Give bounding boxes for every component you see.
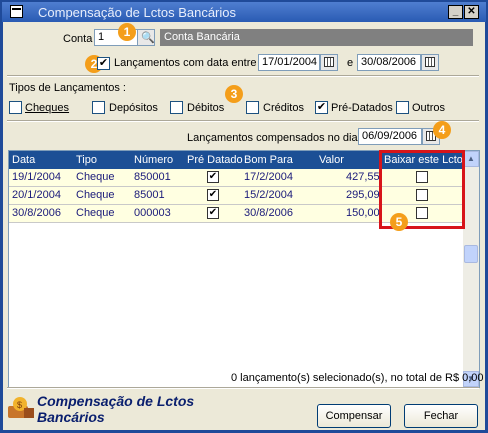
cell-data: 19/1/2004 bbox=[12, 171, 61, 183]
tipo-outros-checkbox[interactable] bbox=[396, 101, 409, 114]
divider bbox=[7, 120, 479, 122]
divider bbox=[7, 387, 479, 389]
svg-text:$: $ bbox=[17, 400, 22, 410]
close-button[interactable]: ✕ bbox=[464, 5, 479, 19]
col-header-valor[interactable]: Valor bbox=[319, 154, 344, 166]
calendar-icon bbox=[324, 57, 334, 67]
app-logo-icon: $ bbox=[8, 397, 34, 418]
application-window: Compensação de Lctos Bancários _ ✕ Conta… bbox=[0, 0, 488, 433]
cell-pre-datado-checkbox[interactable]: ✔ bbox=[207, 207, 219, 219]
date-from-input[interactable]: 17/01/2004 bbox=[258, 54, 320, 71]
status-text: 0 lançamento(s) selecionado(s), no total… bbox=[231, 372, 484, 384]
compensados-date-input[interactable]: 06/09/2006 bbox=[358, 128, 422, 145]
tipo-predatados-checkbox[interactable]: ✔ bbox=[315, 101, 328, 114]
cell-numero: 85001 bbox=[134, 189, 165, 201]
cell-pre-datado-checkbox[interactable]: ✔ bbox=[207, 171, 219, 183]
cell-pre-datado-checkbox[interactable]: ✔ bbox=[207, 189, 219, 201]
tipo-depositos-label: Depósitos bbox=[109, 102, 158, 114]
minimize-button[interactable]: _ bbox=[448, 5, 463, 19]
search-conta-button[interactable]: 🔍 bbox=[137, 29, 155, 46]
periodo-checkbox[interactable]: ✔ bbox=[97, 57, 110, 70]
col-header-tipo[interactable]: Tipo bbox=[76, 154, 97, 166]
annotation-badge-4: 4 bbox=[433, 121, 451, 139]
col-header-data[interactable]: Data bbox=[12, 154, 35, 166]
tipo-debitos-label: Débitos bbox=[187, 102, 225, 114]
date-to-calendar-button[interactable] bbox=[421, 54, 439, 71]
scroll-thumb[interactable] bbox=[464, 245, 478, 263]
tipo-cheques-checkbox[interactable] bbox=[9, 101, 22, 114]
tipo-outros-label: Outros bbox=[412, 102, 446, 114]
col-header-pre-datado[interactable]: Pré Datado bbox=[187, 154, 243, 166]
col-header-numero[interactable]: Número bbox=[134, 154, 173, 166]
form-body: Conta 1 🔍 Conta Bancária 1 2 ✔ Lançament… bbox=[3, 22, 485, 430]
title-bar: Compensação de Lctos Bancários _ ✕ bbox=[2, 2, 486, 22]
cell-valor: 427,55 bbox=[346, 171, 380, 183]
magnifier-icon: 🔍 bbox=[141, 32, 155, 44]
cell-bom-para: 17/2/2004 bbox=[244, 171, 293, 183]
window-menu-icon[interactable] bbox=[10, 5, 23, 18]
date-from-calendar-button[interactable] bbox=[320, 54, 338, 71]
fechar-button[interactable]: Fechar bbox=[404, 404, 478, 428]
cell-valor: 295,09 bbox=[346, 189, 380, 201]
cell-data: 20/1/2004 bbox=[12, 189, 61, 201]
cell-tipo: Cheque bbox=[76, 171, 115, 183]
cell-numero: 850001 bbox=[134, 171, 171, 183]
tipo-creditos-checkbox[interactable] bbox=[246, 101, 259, 114]
col-header-bom-para[interactable]: Bom Para bbox=[244, 154, 293, 166]
scroll-up-arrow-icon[interactable]: ▲ bbox=[463, 151, 479, 167]
conta-label: Conta bbox=[63, 33, 93, 45]
brand-title-line2: Bancários bbox=[37, 409, 105, 425]
window-title: Compensação de Lctos Bancários bbox=[38, 5, 237, 20]
annotation-badge-5: 5 bbox=[390, 213, 408, 231]
cell-data: 30/8/2006 bbox=[12, 207, 61, 219]
date-to-input[interactable]: 30/08/2006 bbox=[357, 54, 421, 71]
tipo-depositos-checkbox[interactable] bbox=[92, 101, 105, 114]
periodo-conjunction: e bbox=[347, 57, 354, 69]
periodo-label: Lançamentos com data entre bbox=[114, 57, 257, 69]
tipo-cheques-label: Cheques bbox=[25, 102, 70, 114]
cell-numero: 000003 bbox=[134, 207, 171, 219]
tipo-predatados-label: Pré-Datados bbox=[331, 102, 393, 114]
grid-vertical-scrollbar[interactable]: ▲ ▼ bbox=[463, 151, 479, 387]
calendar-icon bbox=[425, 57, 435, 67]
cell-bom-para: 30/8/2006 bbox=[244, 207, 293, 219]
cell-bom-para: 15/2/2004 bbox=[244, 189, 293, 201]
compensados-label: Lançamentos compensados no dia bbox=[187, 132, 358, 144]
compensar-button[interactable]: Compensar bbox=[317, 404, 391, 428]
cell-valor: 150,00 bbox=[346, 207, 380, 219]
cell-tipo: Cheque bbox=[76, 189, 115, 201]
cell-tipo: Cheque bbox=[76, 207, 115, 219]
tipo-debitos-checkbox[interactable] bbox=[170, 101, 183, 114]
conta-name-display: Conta Bancária bbox=[160, 29, 473, 46]
brand-title-line1: Compensação de Lctos bbox=[37, 393, 195, 409]
tipos-title: Tipos de Lançamentos : bbox=[9, 82, 126, 94]
divider bbox=[7, 75, 479, 77]
annotation-badge-1: 1 bbox=[118, 23, 136, 41]
annotation-badge-3: 3 bbox=[225, 85, 243, 103]
tipo-creditos-label: Créditos bbox=[263, 102, 304, 114]
